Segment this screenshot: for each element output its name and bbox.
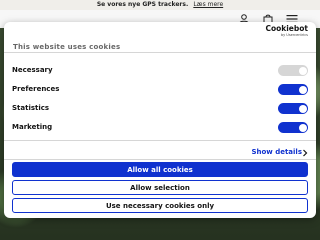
necessary-only-button[interactable]: Use necessary cookies only <box>12 198 308 213</box>
category-label: Marketing <box>12 123 53 131</box>
dialog-title: This website uses cookies <box>13 43 121 50</box>
category-marketing: Marketing <box>12 121 308 135</box>
category-necessary: Necessary <box>12 64 308 78</box>
cookie-consent-dialog: Cookiebot by Usercentrics This website u… <box>4 22 316 218</box>
divider <box>4 140 316 141</box>
category-preferences: Preferences <box>12 83 308 97</box>
logo-name: Cookiebot <box>265 24 308 33</box>
chevron-right-icon[interactable] <box>302 149 308 157</box>
toggle-knob <box>298 123 307 132</box>
statistics-toggle[interactable] <box>278 103 308 114</box>
category-label: Necessary <box>12 66 53 74</box>
necessary-toggle <box>278 65 308 76</box>
announcement-link[interactable]: Læs mere <box>193 1 223 8</box>
divider <box>4 159 316 160</box>
category-label: Statistics <box>12 104 50 112</box>
allow-selection-button[interactable]: Allow selection <box>12 180 308 195</box>
logo-tagline: by Usercentrics <box>280 33 308 37</box>
divider <box>4 52 316 53</box>
toggle-knob <box>298 66 307 75</box>
cookiebot-logo: Cookiebot by Usercentrics <box>265 24 308 37</box>
preferences-toggle[interactable] <box>278 84 308 95</box>
announcement-bar: Se vores nye GPS trackers. Læs mere <box>0 0 320 10</box>
announcement-text: Se vores nye GPS trackers. <box>96 1 189 8</box>
category-label: Preferences <box>12 85 60 93</box>
show-details-link[interactable]: Show details <box>251 148 302 156</box>
allow-all-button[interactable]: Allow all cookies <box>12 162 308 177</box>
toggle-knob <box>298 85 307 94</box>
marketing-toggle[interactable] <box>278 122 308 133</box>
category-statistics: Statistics <box>12 102 308 116</box>
toggle-knob <box>298 104 307 113</box>
